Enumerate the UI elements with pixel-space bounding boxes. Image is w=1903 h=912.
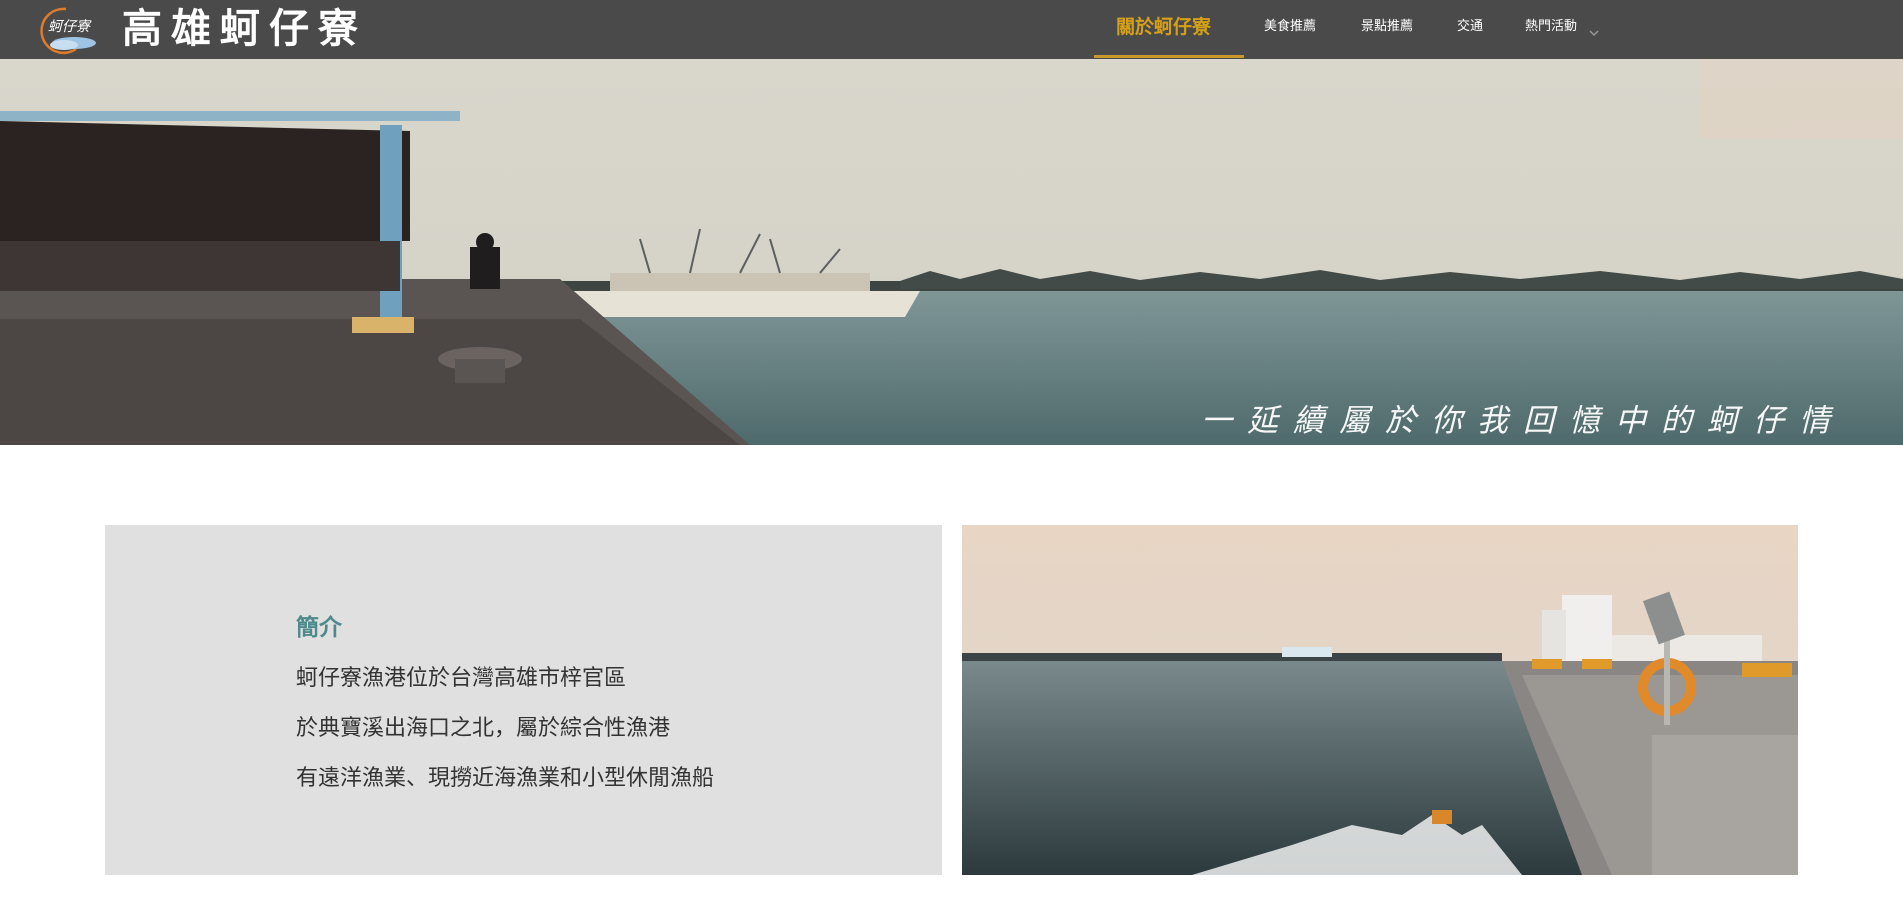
hero-caption: 一延續屬於你我回憶中的蚵仔情 (1201, 403, 1845, 439)
intro-line: 於典寶溪出海口之北，屬於綜合性漁港 (296, 716, 671, 741)
nav-active-indicator (1094, 55, 1244, 58)
nav-item-about[interactable]: 關於蚵仔寮 (1116, 0, 1211, 59)
intro-title: 簡介 (296, 615, 342, 641)
intro-line: 蚵仔寮漁港位於台灣高雄市梓官區 (296, 666, 627, 691)
nav-item-events[interactable]: 熱門活動 (1525, 0, 1577, 59)
site-logo[interactable]: 蚵仔寮 (36, 3, 102, 55)
intro-card: 簡介 蚵仔寮漁港位於台灣高雄市梓官區 於典寶溪出海口之北，屬於綜合性漁港 有遠洋… (105, 525, 942, 875)
site-title[interactable]: 高雄蚵仔寮 (122, 6, 367, 52)
hero-harbor-image (0, 59, 1903, 445)
nav-item-food[interactable]: 美食推薦 (1264, 0, 1316, 59)
chevron-down-icon[interactable] (1588, 23, 1600, 37)
harbor-photo (962, 525, 1798, 875)
harbor-photo-image (962, 525, 1798, 875)
intro-line: 有遠洋漁業、現撈近海漁業和小型休閒漁船 (296, 766, 715, 791)
nav-item-attractions[interactable]: 景點推薦 (1361, 0, 1413, 59)
hero-banner: 一延續屬於你我回憶中的蚵仔情 (0, 59, 1903, 445)
svg-text:蚵仔寮: 蚵仔寮 (48, 19, 92, 35)
top-header: 蚵仔寮 高雄蚵仔寮 關於蚵仔寮 美食推薦 景點推薦 交通 熱門活動 (0, 0, 1903, 59)
nav-item-transport[interactable]: 交通 (1457, 0, 1483, 59)
